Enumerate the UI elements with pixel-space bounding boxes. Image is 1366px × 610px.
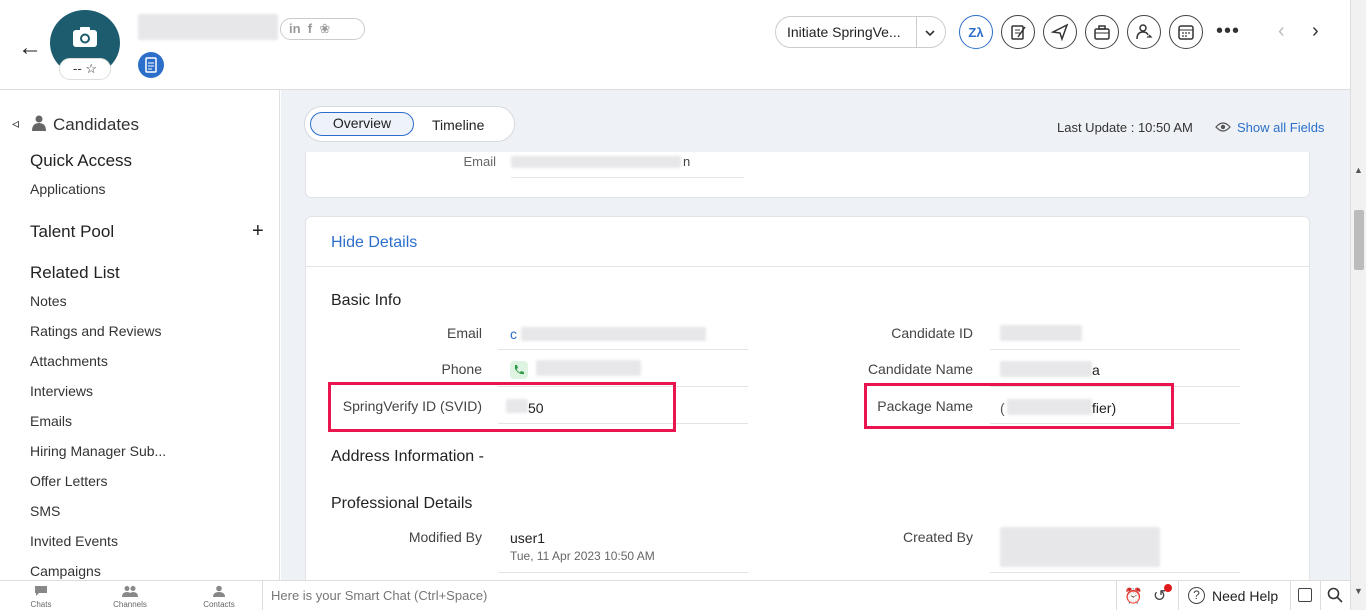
chat-bubble-icon <box>35 586 47 596</box>
summary-email-redacted <box>511 156 681 168</box>
talent-pool-heading[interactable]: Talent Pool <box>30 222 114 242</box>
summary-email-label: Email <box>463 154 496 169</box>
sidebar-item-invited-events[interactable]: Invited Events <box>30 533 118 549</box>
more-icon[interactable]: ••• <box>1216 20 1240 43</box>
initiate-springverify-button[interactable]: Initiate SpringVe... <box>775 16 946 48</box>
sidebar-item-hiring-manager[interactable]: Hiring Manager Sub... <box>30 443 166 459</box>
summary-card: Email n <box>305 152 1310 198</box>
created-by-label: Created By <box>902 529 973 545</box>
email-label: Email <box>446 325 482 341</box>
chats-label: Chats <box>30 600 52 609</box>
candidate-name-suffix: a <box>1092 362 1100 378</box>
summary-email-suffix: n <box>683 154 691 169</box>
sidebar-item-sms[interactable]: SMS <box>30 503 60 519</box>
add-talent-pool-icon[interactable]: + <box>252 220 264 243</box>
quick-access-heading: Quick Access <box>30 151 133 170</box>
notification-dot <box>1164 584 1172 592</box>
previous-record-icon[interactable]: ‹ <box>1278 20 1285 43</box>
channels-label: Channels <box>113 600 147 609</box>
need-help-button[interactable]: Need Help <box>1212 588 1278 604</box>
address-information-heading[interactable]: Address Information - <box>331 448 484 466</box>
search-icon[interactable] <box>1327 587 1343 603</box>
star-icon: ☆ <box>85 61 97 76</box>
view-tabs: Overview Timeline <box>304 106 515 142</box>
modified-by-label: Modified By <box>408 529 482 545</box>
back-arrow-icon[interactable]: ← <box>18 34 42 62</box>
module-title[interactable]: Candidates <box>53 115 139 135</box>
basic-info-heading: Basic Info <box>331 292 402 309</box>
modified-by-value: user1 <box>510 530 546 546</box>
candidate-id-label: Candidate ID <box>891 325 973 341</box>
rating-value: -- <box>73 61 82 76</box>
sidebar-item-notes[interactable]: Notes <box>30 293 67 309</box>
group-icon <box>122 586 138 597</box>
candidate-name-label: Candidate Name <box>867 361 973 377</box>
schedule-icon[interactable] <box>1169 15 1203 49</box>
professional-details-heading: Professional Details <box>331 495 473 512</box>
notes-icon[interactable] <box>1001 15 1035 49</box>
phone-call-icon[interactable] <box>510 361 528 379</box>
contacts-tab[interactable]: Contacts <box>199 584 239 609</box>
sidebar: ◃ Candidates Quick Access Applications T… <box>0 90 280 580</box>
twitter-icon[interactable]: ❀ <box>319 21 330 36</box>
sidebar-item-offer-letters[interactable]: Offer Letters <box>30 473 108 489</box>
page-scrollbar[interactable]: ▲ ▼ <box>1350 0 1366 610</box>
eye-icon <box>1215 122 1231 132</box>
last-update-text: Last Update : 10:50 AM <box>1057 120 1193 135</box>
facebook-icon[interactable]: f <box>308 21 312 36</box>
chats-tab[interactable]: Chats <box>26 584 56 609</box>
scrollbar-thumb[interactable] <box>1354 210 1364 270</box>
details-card: Hide Details Basic Info Email c Phone Sp… <box>305 216 1310 596</box>
related-list-heading: Related List <box>30 263 120 282</box>
tab-timeline[interactable]: Timeline <box>432 117 484 133</box>
phone-redacted <box>536 360 641 376</box>
show-all-fields-link[interactable]: Show all Fields <box>1237 120 1324 135</box>
channels-tab[interactable]: Channels <box>110 584 150 609</box>
collapse-sidebar-icon[interactable]: ◃ <box>12 115 19 132</box>
svid-highlight-box <box>328 382 676 432</box>
chevron-down-icon[interactable] <box>924 27 936 39</box>
initiate-button-label: Initiate SpringVe... <box>787 24 901 40</box>
created-by-redacted <box>1000 527 1160 567</box>
phone-label: Phone <box>441 361 482 377</box>
sidebar-item-emails[interactable]: Emails <box>30 413 72 429</box>
sidebar-item-ratings-reviews[interactable]: Ratings and Reviews <box>30 323 162 339</box>
briefcase-icon[interactable] <box>1085 15 1119 49</box>
modified-by-date: Tue, 11 Apr 2023 10:50 AM <box>510 549 655 563</box>
avatar-rating[interactable]: -- ☆ <box>59 58 111 80</box>
hide-details-link[interactable]: Hide Details <box>331 234 417 252</box>
sidebar-item-interviews[interactable]: Interviews <box>30 383 93 399</box>
package-highlight-box <box>864 383 1174 429</box>
notes-tray-icon[interactable] <box>1298 588 1312 602</box>
zia-icon[interactable]: Zλ <box>959 15 993 49</box>
next-record-icon[interactable]: › <box>1312 20 1319 43</box>
candidate-name-redacted <box>138 14 278 40</box>
person-icon <box>32 115 46 131</box>
sidebar-item-applications[interactable]: Applications <box>30 181 106 197</box>
smart-chat-bar: Chats Channels Contacts Here is your Sma… <box>0 580 1350 610</box>
contact-icon <box>213 585 225 597</box>
sidebar-item-attachments[interactable]: Attachments <box>30 353 108 369</box>
smart-chat-input[interactable]: Here is your Smart Chat (Ctrl+Space) <box>271 588 487 603</box>
main-content: Overview Timeline Last Update : 10:50 AM… <box>281 90 1350 596</box>
candidate-name-value-redacted <box>1000 361 1092 377</box>
linkedin-icon[interactable]: in <box>289 21 301 36</box>
scroll-down-icon[interactable]: ▼ <box>1354 586 1363 596</box>
help-icon[interactable]: ? <box>1188 587 1205 604</box>
scroll-up-icon[interactable]: ▲ <box>1354 165 1363 175</box>
record-header: ← -- ☆ in f ❀ Initiate SpringVe... Zλ ••… <box>0 0 1350 90</box>
camera-icon <box>73 27 97 47</box>
document-icon[interactable] <box>138 52 164 78</box>
email-redacted <box>521 327 706 341</box>
candidate-id-redacted <box>1000 325 1082 341</box>
email-value-prefix[interactable]: c <box>510 326 517 342</box>
send-icon[interactable] <box>1043 15 1077 49</box>
social-links: in f ❀ <box>280 18 365 40</box>
sidebar-item-campaigns[interactable]: Campaigns <box>30 563 101 579</box>
tab-overview[interactable]: Overview <box>310 112 414 136</box>
contacts-label: Contacts <box>203 600 235 609</box>
assign-user-icon[interactable] <box>1127 15 1161 49</box>
alarm-clock-icon[interactable]: ⏰ <box>1124 587 1143 605</box>
